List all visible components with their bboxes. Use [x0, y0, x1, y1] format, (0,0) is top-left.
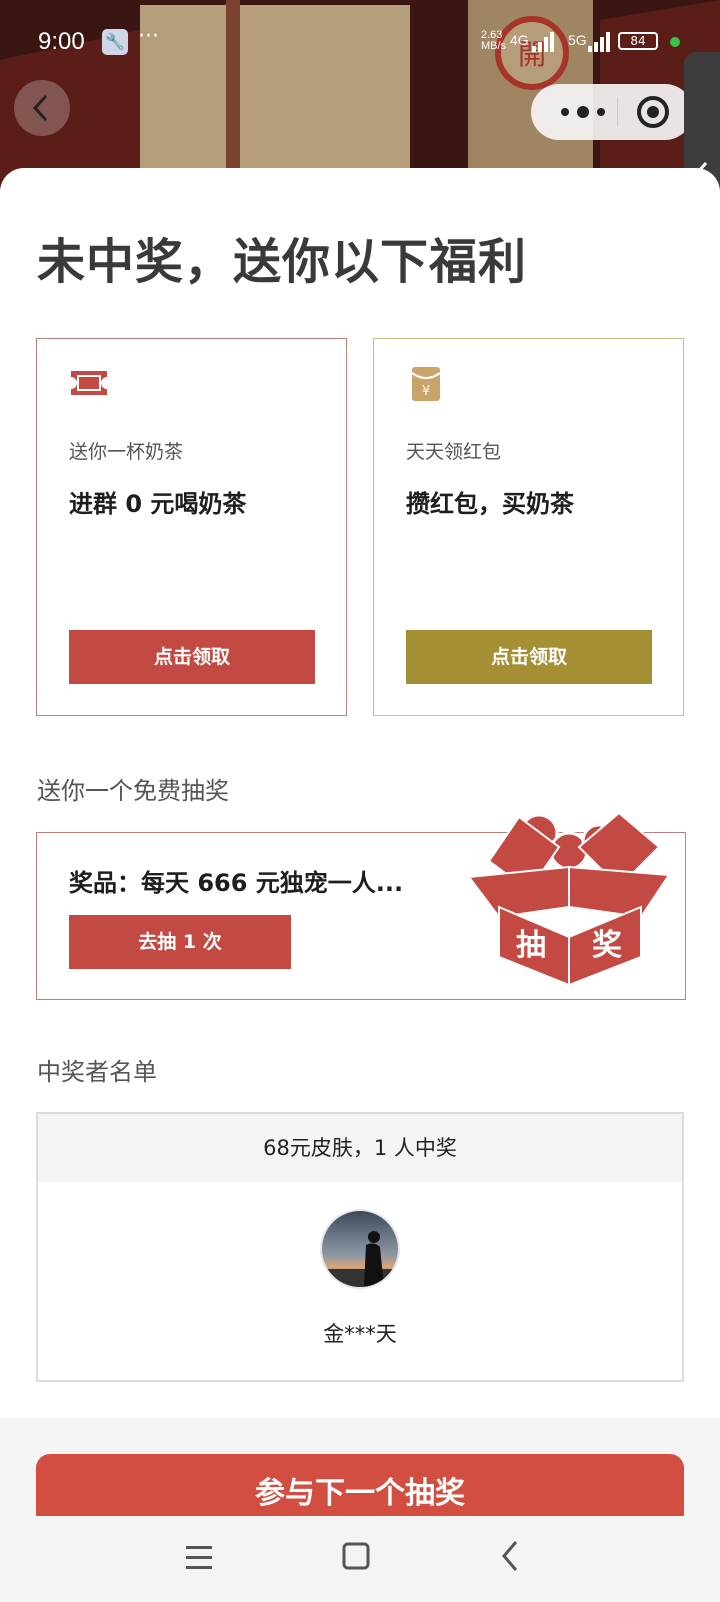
card-subtitle: 天天领红包 [406, 441, 502, 463]
signal-icon-2 [588, 32, 610, 52]
winners-label: 中奖者名单 [37, 1058, 157, 1086]
avatar-image [322, 1211, 398, 1287]
card-title: 进群 0 元喝奶茶 [69, 490, 247, 518]
battery-icon: 84 [618, 32, 658, 50]
net-speed: 2.63 MB/s [481, 30, 506, 52]
home-icon[interactable] [336, 1536, 380, 1580]
status-time: 9:00 [38, 28, 85, 55]
avatar [320, 1209, 400, 1289]
chevron-left-icon [32, 94, 48, 122]
claim-button[interactable]: 点击领取 [69, 630, 315, 684]
box-right-char: 奖 [592, 928, 622, 963]
net-type-5g: 5G [568, 32, 587, 48]
more-dots-icon[interactable] [555, 96, 611, 128]
net-speed-unit: MB/s [481, 40, 507, 52]
net-type-4g: 4G [510, 32, 529, 48]
capsule-divider [617, 98, 618, 126]
red-envelope-icon: ¥ [411, 367, 441, 401]
prize-text: 奖品：每天 666 元独宠一人... [69, 869, 404, 897]
status-bar: 9:00 🔧 ··· 2.63 MB/s 4G 5G 84 [0, 22, 720, 62]
benefit-card-red-envelope: ¥ 天天领红包 攒红包，买奶茶 点击领取 [373, 338, 684, 716]
system-nav-bar [0, 1516, 720, 1602]
svg-text:¥: ¥ [422, 384, 430, 399]
lottery-box-icon: 抽 奖 [469, 811, 669, 987]
wrench-icon: 🔧 [102, 29, 128, 55]
menu-icon[interactable] [180, 1536, 224, 1580]
status-dots: ··· [138, 24, 159, 49]
free-lottery-label: 送你一个免费抽奖 [37, 777, 229, 805]
miniprogram-capsule [531, 84, 693, 140]
back-nav-icon[interactable] [492, 1536, 536, 1580]
claim-button[interactable]: 点击领取 [406, 630, 652, 684]
benefit-card-milk-tea: 送你一杯奶茶 进群 0 元喝奶茶 点击领取 [36, 338, 347, 716]
signal-icon [532, 32, 554, 52]
card-title: 攒红包，买奶茶 [406, 490, 574, 518]
target-close-icon[interactable] [631, 90, 675, 134]
draw-once-button[interactable]: 去抽 1 次 [69, 915, 291, 969]
back-button[interactable] [14, 80, 70, 136]
winners-header: 68元皮肤，1 人中奖 [38, 1114, 682, 1182]
box-left-char: 抽 [516, 928, 546, 963]
winner-name: 金***天 [323, 1322, 397, 1346]
privacy-indicator-dot [670, 37, 680, 47]
ticket-icon [71, 371, 107, 395]
free-lottery-card: 奖品：每天 666 元独宠一人... 去抽 1 次 抽 奖 [36, 811, 686, 1000]
winners-list: 68元皮肤，1 人中奖 金***天 [36, 1112, 684, 1382]
card-subtitle: 送你一杯奶茶 [69, 441, 184, 463]
page-title: 未中奖，送你以下福利 [37, 234, 528, 290]
